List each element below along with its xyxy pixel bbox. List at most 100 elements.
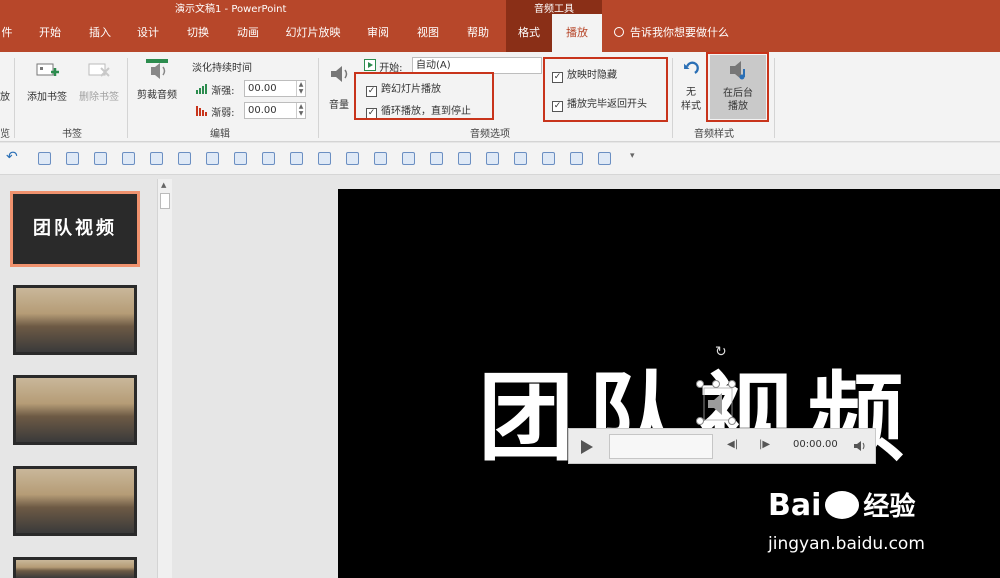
fade-out-label: 渐弱: [211,108,235,119]
seek-forward-icon[interactable]: |▶ [759,439,770,450]
toolbar-icon[interactable] [178,152,191,165]
scrollbar-thumb[interactable] [160,193,170,209]
toolbar-icon[interactable] [206,152,219,165]
remove-bookmark-button[interactable]: 删除书签 [74,60,124,103]
start-play-icon [364,59,376,71]
toolbar-icon[interactable] [598,152,611,165]
separator [672,58,673,138]
highlight-box [354,72,494,120]
trim-audio-button[interactable]: 剪裁音频 [132,58,182,101]
spinner-arrows-icon[interactable]: ▲ ▼ [296,103,305,118]
toolbar-icon[interactable] [514,152,527,165]
resize-handle[interactable] [696,380,704,388]
no-style-label: 无 样式 [681,87,701,112]
photo-image [16,560,134,578]
tab-slideshow[interactable]: 幻灯片放映 [278,14,348,52]
toolbar-icon[interactable] [38,152,51,165]
group-audio-styles-label: 音频样式 [694,129,734,140]
toolbar-icon[interactable] [290,152,303,165]
fade-in-input[interactable]: 00.00 ▲ ▼ [244,80,306,97]
separator [318,58,319,138]
customize-dropdown-icon[interactable]: ▾ [630,151,635,161]
slide-thumbnail[interactable]: 团队视频 [10,191,140,267]
tab-format[interactable]: 格式 [506,14,552,52]
speaker-icon [331,66,348,82]
audio-time: 00:00.00 [793,439,838,450]
highlight-box [706,52,769,122]
context-tools-label: 音频工具 [506,0,602,15]
no-style-button[interactable]: 无 样式 [678,58,704,114]
ribbon-tabs: 件 开始 插入 设计 切换 动画 幻灯片放映 审阅 视图 帮助 格式 播放 告诉… [0,14,1000,52]
seek-back-icon[interactable]: ◀| [727,439,738,450]
toolbar-icon[interactable] [458,152,471,165]
fade-out-input[interactable]: 00.00 ▲ ▼ [244,102,306,119]
toolbar-icon[interactable] [374,152,387,165]
fade-in-value: 00.00 [248,83,277,94]
toolbar-icon[interactable] [542,152,555,165]
toolbar-icon[interactable] [570,152,583,165]
toolbar-icon[interactable] [430,152,443,165]
resize-handle[interactable] [728,380,736,388]
tab-help[interactable]: 帮助 [458,14,498,52]
slide-thumbnail[interactable] [13,375,137,445]
toolbar-icon[interactable] [486,152,499,165]
toolbar-icon[interactable] [318,152,331,165]
watermark-url: jingyan.baidu.com [768,534,925,554]
rotate-icon[interactable]: ↻ [715,344,727,360]
tab-animations[interactable]: 动画 [226,14,270,52]
undo-icon[interactable]: ↶ [6,149,18,165]
slide-thumbnail[interactable] [13,285,137,355]
resize-handle[interactable] [696,417,704,425]
toolbar-icon[interactable] [402,152,415,165]
tab-design[interactable]: 设计 [128,14,168,52]
add-bookmark-icon [36,63,59,76]
volume-label: 音量 [329,100,349,111]
resize-handle[interactable] [712,380,720,388]
group-bookmarks-label: 书签 [62,129,82,140]
tab-home[interactable]: 开始 [30,14,70,52]
audio-progress-track[interactable] [609,434,713,459]
ribbon-playback: 放 览 添加书签 删除书签 书签 剪裁音频 淡化持续时间 渐强: 00.00 ▲… [0,52,1000,142]
group-audio-options-label: 音频选项 [470,129,510,140]
tab-insert[interactable]: 插入 [80,14,120,52]
watermark-logo: Bai 经验 [768,486,915,523]
watermark-brand-2: 经验 [863,492,916,522]
toolbar-icon[interactable] [122,152,135,165]
trim-audio-label: 剪裁音频 [137,90,177,101]
add-bookmark-label: 添加书签 [27,92,67,103]
tab-playback[interactable]: 播放 [552,14,602,52]
toolbar-icon[interactable] [94,152,107,165]
preview-cut-label[interactable]: 放 [0,88,10,103]
tell-me-search[interactable]: 告诉我你想要做什么 [614,14,729,52]
toolbar-icon[interactable] [66,152,79,165]
resize-handle[interactable] [728,417,736,425]
toolbar-icon[interactable] [234,152,247,165]
scroll-up-icon[interactable]: ▲ [161,181,166,189]
group-edit-label: 编辑 [210,129,230,140]
start-value: 自动(A) [416,60,451,71]
remove-bookmark-label: 删除书签 [79,92,119,103]
photo-image [16,378,134,442]
fade-in-row: 渐强: [196,82,235,97]
tab-transitions[interactable]: 切换 [176,14,220,52]
volume-button[interactable]: 音量 [324,58,354,111]
slides-scrollbar[interactable]: ▲ [157,179,172,578]
spinner-arrows-icon[interactable]: ▲ ▼ [296,81,305,96]
slide-thumbnail[interactable] [13,466,137,536]
toolbar-icon[interactable] [262,152,275,165]
photo-image [16,288,134,352]
play-icon[interactable] [581,440,593,454]
slide-thumbnail[interactable] [13,557,137,578]
toolbar-icon[interactable] [346,152,359,165]
slide-thumbnail-title: 团队视频 [33,218,117,239]
tab-view[interactable]: 视图 [408,14,448,52]
volume-icon[interactable] [853,440,867,452]
group-preview-label: 览 [0,129,10,140]
tab-review[interactable]: 审阅 [358,14,398,52]
tab-file[interactable]: 件 [0,14,16,52]
audio-player: ◀| |▶ 00:00.00 [568,428,876,464]
add-bookmark-button[interactable]: 添加书签 [22,60,72,103]
trim-audio-icon [146,59,168,79]
separator [127,58,128,138]
toolbar-icon[interactable] [150,152,163,165]
